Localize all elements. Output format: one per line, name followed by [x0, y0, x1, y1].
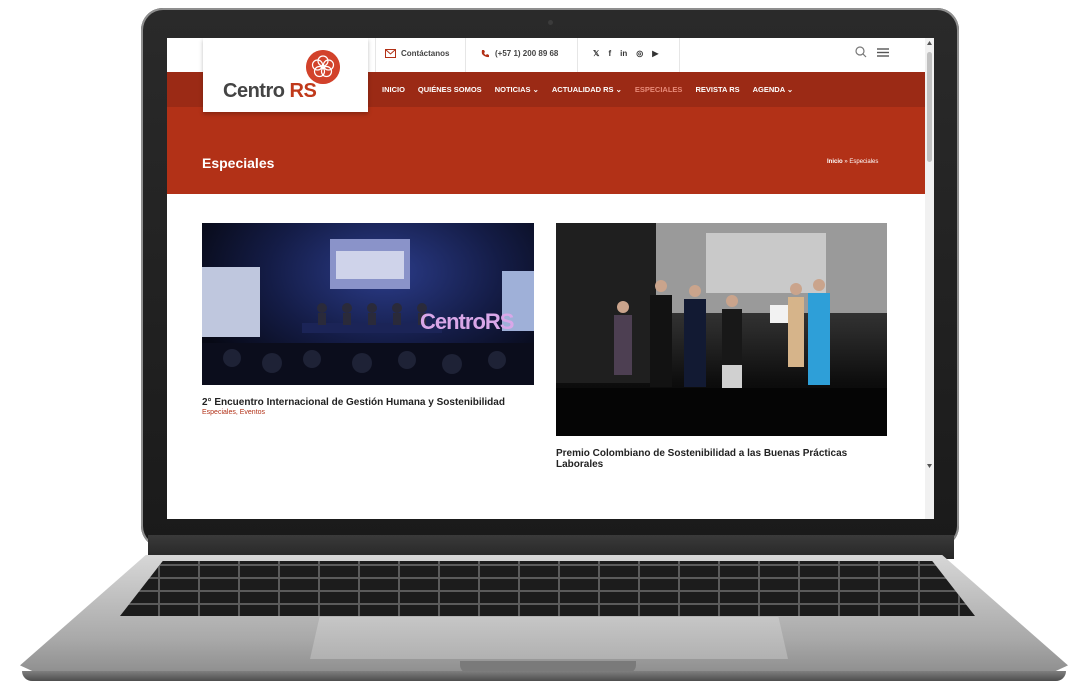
- nav-item-especiales[interactable]: ESPECIALES: [635, 85, 683, 94]
- nav-item-quienes-somos[interactable]: QUIÉNES SOMOS: [418, 85, 482, 94]
- breadcrumb-current: Especiales: [849, 159, 879, 165]
- phone-icon: [481, 50, 489, 58]
- keyboard: [120, 561, 975, 616]
- phone-link[interactable]: (+57 1) 200 89 68: [481, 49, 558, 58]
- linkedin-icon[interactable]: in: [620, 49, 627, 58]
- scroll-up-arrow-icon[interactable]: [927, 41, 932, 45]
- twitter-icon[interactable]: 𝕏: [593, 49, 599, 58]
- post-title[interactable]: Premio Colombiano de Sostenibilidad a la…: [556, 448, 876, 470]
- webcam: [548, 20, 553, 25]
- facebook-icon[interactable]: f: [608, 49, 611, 58]
- post-title[interactable]: 2° Encuentro Internacional de Gestión Hu…: [202, 397, 542, 408]
- post-image-premio[interactable]: [556, 223, 887, 436]
- main-nav: INICIO QUIÉNES SOMOS NOTICIAS ⌄ ACTUALID…: [382, 85, 793, 94]
- mail-icon: [385, 49, 396, 58]
- topbar-divider: [679, 38, 680, 72]
- base-edge: [22, 671, 1066, 681]
- menu-icon[interactable]: [877, 46, 889, 58]
- phone-number: (+57 1) 200 89 68: [495, 49, 559, 58]
- breadcrumb: Inicio » Especiales: [827, 159, 878, 165]
- contact-link[interactable]: Contáctanos: [385, 49, 449, 58]
- youtube-icon[interactable]: ▶: [652, 49, 658, 58]
- scroll-down-arrow-icon[interactable]: [927, 464, 932, 468]
- logo-flower-icon: [306, 50, 340, 84]
- search-icon[interactable]: [855, 46, 867, 58]
- topbar-divider: [465, 38, 466, 72]
- nav-item-actualidad-rs[interactable]: ACTUALIDAD RS ⌄: [552, 85, 622, 94]
- post-categories[interactable]: Especiales, Eventos: [202, 409, 265, 416]
- award-ceremony-illustration: [556, 223, 887, 436]
- trackpad: [310, 617, 788, 659]
- social-links: 𝕏 f in ◎ ▶: [593, 49, 658, 58]
- page-title: Especiales: [202, 155, 275, 171]
- top-icons: [855, 46, 889, 58]
- event-stage-illustration: [202, 239, 534, 385]
- logo[interactable]: Centro RS: [203, 38, 368, 112]
- topbar-divider: [577, 38, 578, 72]
- topbar-divider: [375, 38, 376, 72]
- nav-item-inicio[interactable]: INICIO: [382, 85, 405, 94]
- scrollbar-thumb[interactable]: [927, 52, 932, 162]
- stage-sign: CentroRS: [420, 309, 514, 334]
- logo-text: Centro RS: [223, 80, 317, 103]
- page-header: [167, 107, 925, 194]
- logo-accent: RS: [289, 80, 317, 102]
- post-image-encuentro[interactable]: CentroRS: [202, 223, 534, 385]
- contact-label: Contáctanos: [401, 49, 450, 58]
- breadcrumb-separator: »: [844, 159, 848, 165]
- logo-word: Centro: [223, 80, 285, 102]
- nav-item-noticias[interactable]: NOTICIAS ⌄: [495, 85, 539, 94]
- nav-item-revista-rs[interactable]: REVISTA RS: [695, 85, 739, 94]
- instagram-icon[interactable]: ◎: [636, 49, 643, 58]
- laptop-screen: Centro RS Contáctanos (+57 1) 200 89 68 …: [167, 38, 934, 519]
- nav-item-agenda[interactable]: AGENDA ⌄: [753, 85, 794, 94]
- breadcrumb-home[interactable]: Inicio: [827, 159, 843, 165]
